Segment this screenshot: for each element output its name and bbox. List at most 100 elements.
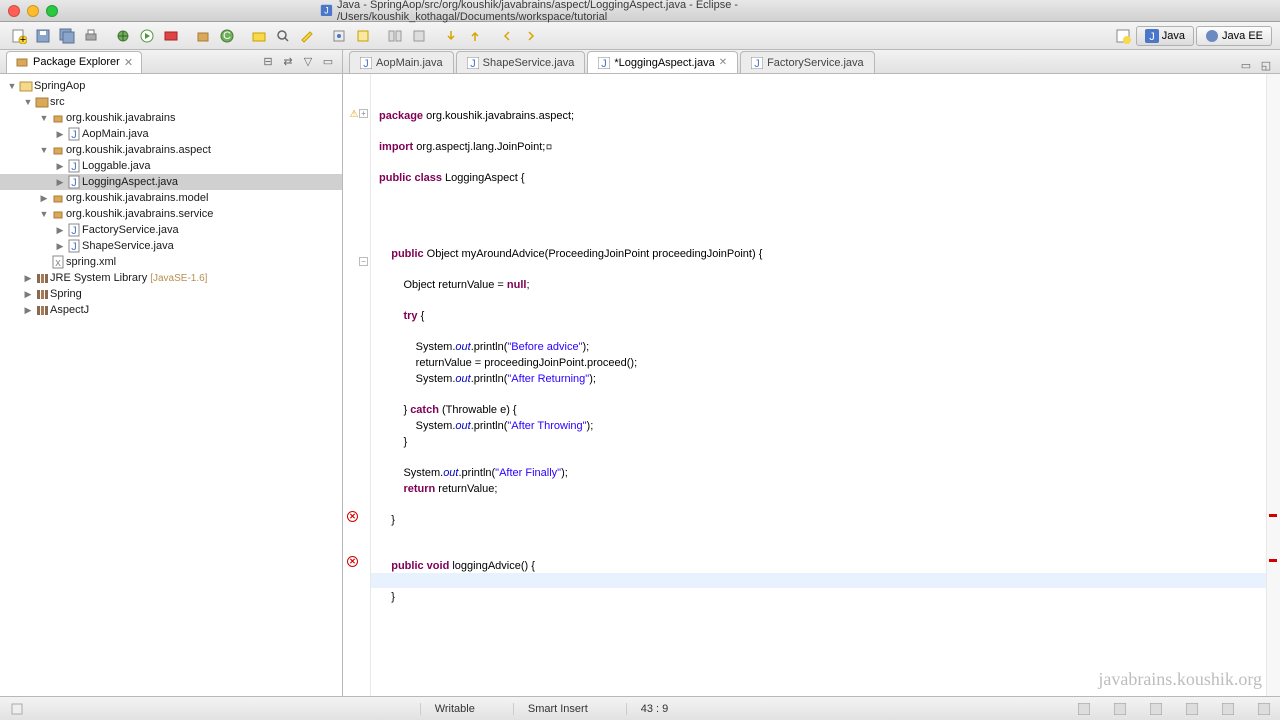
tree-aspectj-lib[interactable]: ▶AspectJ	[0, 302, 342, 318]
maximize-editor-button[interactable]: ▭	[1238, 57, 1254, 73]
code-token: System.	[379, 341, 455, 353]
code-token: ;	[526, 279, 529, 291]
new-package-button[interactable]	[192, 25, 214, 47]
status-cursor-position: 43 : 9	[626, 703, 683, 715]
editor-tab-active[interactable]: J*LoggingAspect.java✕	[587, 51, 738, 73]
tree-file[interactable]: ▶JAopMain.java	[0, 126, 342, 142]
editor-tab[interactable]: JFactoryService.java	[740, 51, 875, 73]
project-icon	[18, 79, 34, 93]
code-token: out	[443, 467, 458, 479]
close-icon[interactable]: ✕	[124, 56, 133, 69]
code-token: catch	[410, 404, 439, 416]
perspective-java[interactable]: J Java	[1136, 26, 1194, 46]
fold-marker[interactable]: +	[359, 109, 368, 118]
tree-pkg1[interactable]: ▼org.koushik.javabrains	[0, 110, 342, 126]
trim-icon[interactable]	[1114, 703, 1126, 715]
code-editor[interactable]: package org.koushik.javabrains.aspect; i…	[371, 74, 1266, 696]
file-label: ShapeService.java	[82, 240, 174, 252]
tree-spring-lib[interactable]: ▶Spring	[0, 286, 342, 302]
open-perspective-button[interactable]	[1112, 25, 1134, 47]
perspective-java-label: Java	[1162, 30, 1185, 42]
code-token: "Before advice"	[507, 341, 582, 353]
overview-ruler[interactable]	[1266, 74, 1280, 696]
show-whitespace-button[interactable]	[384, 25, 406, 47]
java-file-icon: J	[320, 4, 333, 18]
fold-marker[interactable]: −	[359, 257, 368, 266]
run-external-button[interactable]	[160, 25, 182, 47]
error-marker[interactable]: ✕	[347, 511, 358, 522]
toggle-mark-button[interactable]	[328, 25, 350, 47]
trim-icon[interactable]	[1078, 703, 1090, 715]
tree-file[interactable]: ▶JShapeService.java	[0, 238, 342, 254]
new-button[interactable]: +	[8, 25, 30, 47]
java-perspective-icon: J	[1145, 29, 1159, 43]
code-token: public	[379, 248, 424, 260]
svg-text:J: J	[470, 58, 476, 69]
tree-xml-file[interactable]: xspring.xml	[0, 254, 342, 270]
perspective-javaee[interactable]: Java EE	[1196, 26, 1272, 46]
code-token: );	[582, 341, 589, 353]
print-button[interactable]	[80, 25, 102, 47]
trim-icon[interactable]	[1258, 703, 1270, 715]
annotate-button[interactable]	[296, 25, 318, 47]
status-insert-mode: Smart Insert	[513, 703, 602, 715]
java-file-icon: J	[66, 159, 82, 173]
tree-file[interactable]: ▶JFactoryService.java	[0, 222, 342, 238]
package-explorer-tab[interactable]: Package Explorer ✕	[6, 51, 142, 73]
search-button[interactable]	[272, 25, 294, 47]
svg-text:+: +	[20, 34, 26, 44]
trim-icon[interactable]	[1186, 703, 1198, 715]
overview-error-mark[interactable]	[1269, 559, 1277, 562]
editor-tab[interactable]: JShapeService.java	[456, 51, 586, 73]
next-annotation-button[interactable]	[440, 25, 462, 47]
close-icon[interactable]: ✕	[719, 57, 727, 68]
main-toolbar: + C J Java Java EE	[0, 22, 1280, 50]
trim-icon[interactable]	[1222, 703, 1234, 715]
tree-jre[interactable]: ▶JRE System Library[JavaSE-1.6]	[0, 270, 342, 286]
package-explorer-title: Package Explorer	[33, 56, 120, 68]
package-explorer-view: Package Explorer ✕ ⊟ ⇄ ▽ ▭ ▼SpringAop ▼s…	[0, 50, 343, 696]
restore-editor-button[interactable]: ◱	[1258, 57, 1274, 73]
view-menu-button[interactable]: ▽	[300, 54, 316, 70]
editor-tab[interactable]: JAopMain.java	[349, 51, 454, 73]
new-class-button[interactable]: C	[216, 25, 238, 47]
file-label: LoggingAspect.java	[82, 176, 178, 188]
package-tree[interactable]: ▼SpringAop ▼src ▼org.koushik.javabrains …	[0, 74, 342, 696]
prev-annotation-button[interactable]	[464, 25, 486, 47]
debug-button[interactable]	[112, 25, 134, 47]
src-label: src	[50, 96, 65, 108]
forward-button[interactable]	[520, 25, 542, 47]
save-all-button[interactable]	[56, 25, 78, 47]
code-token: out	[455, 373, 470, 385]
toggle-block-button[interactable]	[352, 25, 374, 47]
open-type-button[interactable]	[248, 25, 270, 47]
tree-src[interactable]: ▼src	[0, 94, 342, 110]
error-marker[interactable]: ✕	[347, 556, 358, 567]
link-editor-button[interactable]: ⇄	[280, 54, 296, 70]
tree-pkg2[interactable]: ▼org.koushik.javabrains.aspect	[0, 142, 342, 158]
java-file-icon: J	[598, 57, 610, 69]
show-source-button[interactable]	[408, 25, 430, 47]
trim-icon[interactable]	[1150, 703, 1162, 715]
editor-gutter[interactable]: ⚠ + − ✕ ✕	[343, 74, 371, 696]
minimize-view-button[interactable]: ▭	[320, 54, 336, 70]
view-toolbar: ⊟ ⇄ ▽ ▭	[260, 54, 336, 70]
code-token: .println(	[471, 420, 508, 432]
run-button[interactable]	[136, 25, 158, 47]
tree-pkg4[interactable]: ▼org.koushik.javabrains.service	[0, 206, 342, 222]
tree-file-selected[interactable]: ▶JLoggingAspect.java	[0, 174, 342, 190]
back-button[interactable]	[496, 25, 518, 47]
zoom-window-button[interactable]	[46, 5, 58, 17]
svg-text:J: J	[71, 129, 77, 141]
status-bar: Writable Smart Insert 43 : 9	[0, 696, 1280, 720]
collapse-all-button[interactable]: ⊟	[260, 54, 276, 70]
overview-error-mark[interactable]	[1269, 514, 1277, 517]
tree-project[interactable]: ▼SpringAop	[0, 78, 342, 94]
window-title: J Java - SpringAop/src/org/koushik/javab…	[320, 0, 960, 23]
minimize-window-button[interactable]	[27, 5, 39, 17]
close-window-button[interactable]	[8, 5, 20, 17]
tree-pkg3[interactable]: ▶org.koushik.javabrains.model	[0, 190, 342, 206]
tree-file[interactable]: ▶JLoggable.java	[0, 158, 342, 174]
code-token: org.aspectj.lang.JoinPoint;	[413, 141, 545, 153]
save-button[interactable]	[32, 25, 54, 47]
